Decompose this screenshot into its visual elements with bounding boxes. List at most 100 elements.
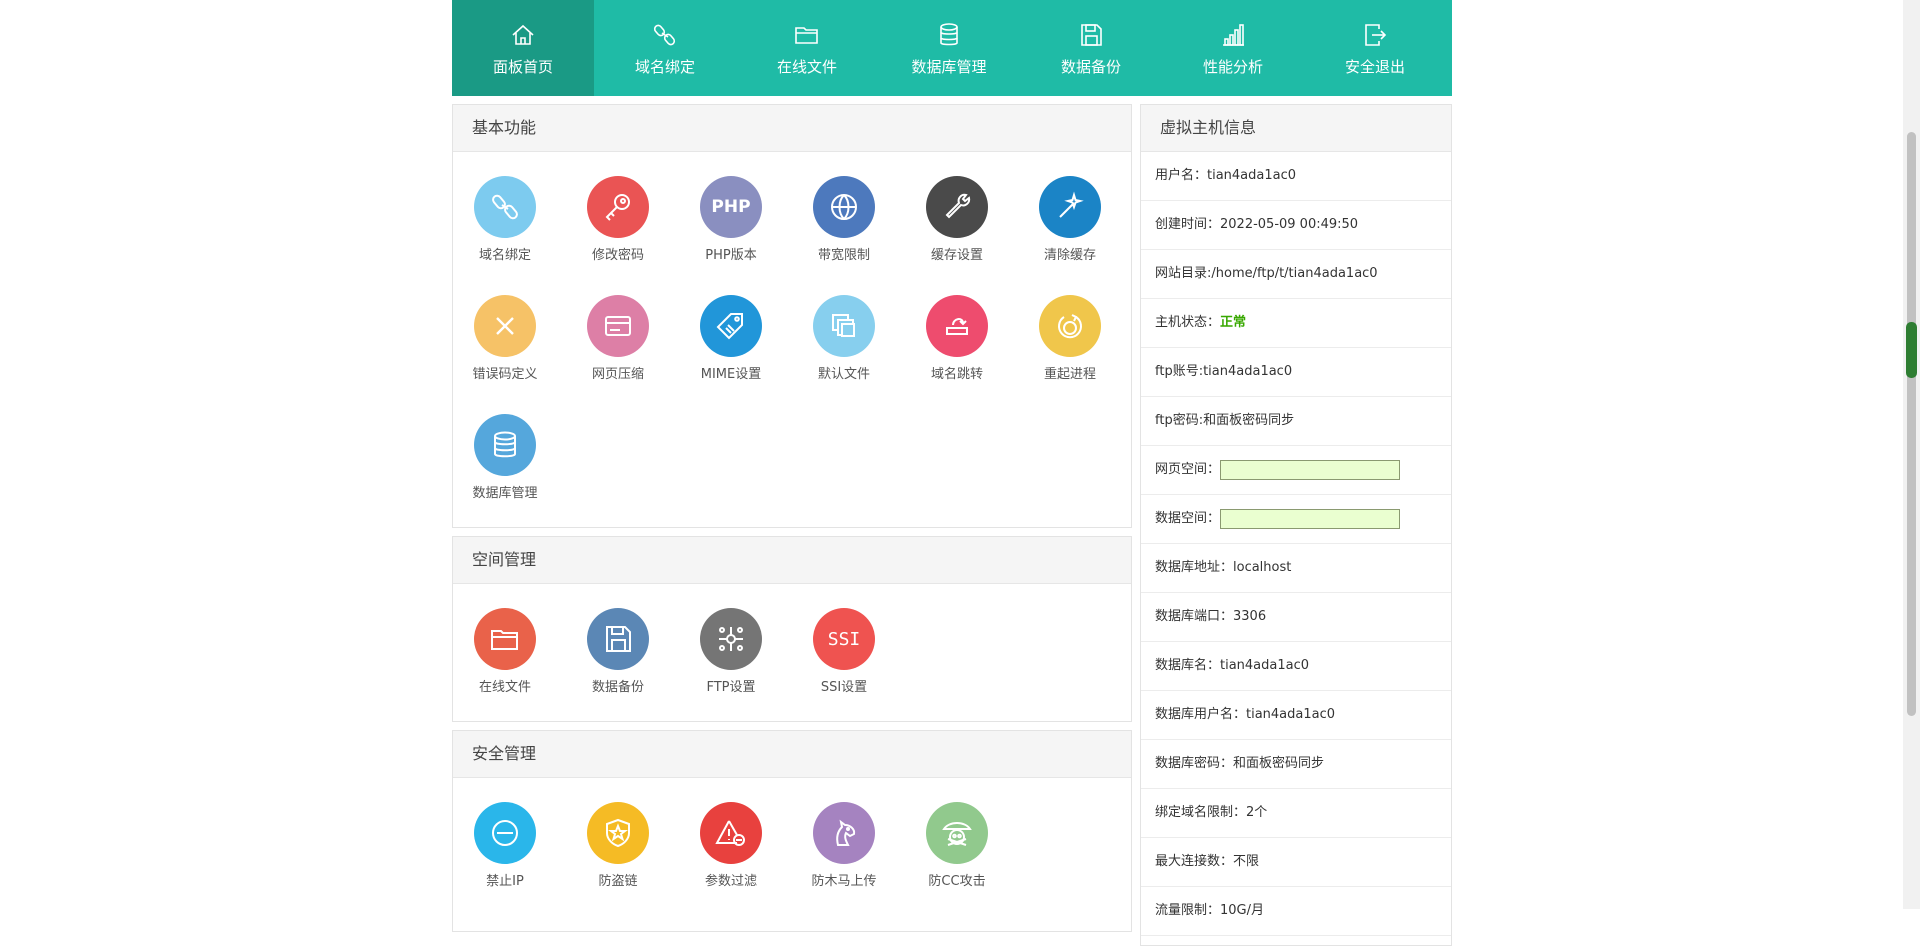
info-username: 用户名：tian4ada1ac0: [1141, 152, 1451, 201]
php-icon-text: PHP: [711, 197, 751, 217]
tile-mime[interactable]: MIME设置: [676, 295, 786, 382]
database-icon: [474, 414, 536, 476]
info-db-space: 数据空间：: [1141, 495, 1451, 544]
ssi-icon-text: SSI: [827, 628, 861, 650]
nav-label: 面板首页: [492, 58, 553, 76]
panel-title: 虚拟主机信息: [1141, 105, 1451, 152]
tile-label: MIME设置: [700, 367, 762, 382]
security-management-panel: 安全管理 禁止IP 防盗链 参数过滤 防木马上传 防CC攻击: [452, 730, 1132, 932]
tile-label: SSI设置: [820, 680, 868, 695]
panel-title: 安全管理: [453, 731, 1131, 778]
tile-anti-leech[interactable]: 防盗链: [563, 802, 673, 889]
tile-label: PHP版本: [705, 248, 757, 263]
tile-domain-redirect[interactable]: 域名跳转: [902, 295, 1012, 382]
tile-bandwidth-limit[interactable]: 带宽限制: [789, 176, 899, 263]
nav-label: 安全退出: [1344, 58, 1405, 76]
nav-logout[interactable]: 安全退出: [1304, 0, 1446, 96]
tile-cache-settings[interactable]: 缓存设置: [902, 176, 1012, 263]
page-scrollbar[interactable]: [1903, 0, 1920, 909]
close-icon: [474, 295, 536, 357]
tile-label: 修改密码: [591, 248, 644, 263]
nav-label: 在线文件: [776, 58, 837, 76]
tile-online-files[interactable]: 在线文件: [450, 608, 560, 695]
tile-label: 参数过滤: [704, 874, 757, 889]
tile-change-password[interactable]: 修改密码: [563, 176, 673, 263]
tile-label: 网页压缩: [591, 367, 644, 382]
info-domain-limit: 绑定域名限制：2个: [1141, 789, 1451, 838]
card-icon: [587, 295, 649, 357]
tile-label: 禁止IP: [486, 874, 524, 889]
scrollbar-thumb[interactable]: [1907, 132, 1916, 716]
nav-home[interactable]: 面板首页: [452, 0, 594, 96]
info-site-dir: 网站目录:/home/ftp/t/tian4ada1ac0: [1141, 250, 1451, 299]
nav-performance[interactable]: 性能分析: [1162, 0, 1304, 96]
tile-label: 域名绑定: [478, 248, 531, 263]
tile-data-backup[interactable]: 数据备份: [563, 608, 673, 695]
tile-restart-process[interactable]: 重起进程: [1015, 295, 1125, 382]
status-label: 主机状态：: [1155, 315, 1221, 330]
key-icon: [587, 176, 649, 238]
info-status: 主机状态： 正常: [1141, 299, 1451, 348]
restart-icon: [1039, 295, 1101, 357]
tile-anti-cc[interactable]: 防CC攻击: [902, 802, 1012, 889]
scrollbar-grip[interactable]: [1906, 322, 1917, 378]
nav-label: 数据备份: [1060, 58, 1121, 76]
warning-icon: [700, 802, 762, 864]
pirate-icon: [926, 802, 988, 864]
info-ftp-pass: ftp密码:和面板密码同步: [1141, 397, 1451, 446]
top-nav: 面板首页 域名绑定 在线文件 数据库管理 数据备份 性能分析 安全退出: [452, 0, 1452, 96]
info-traffic: 流量限制：10G/月: [1141, 887, 1451, 936]
panel-title: 基本功能: [453, 105, 1131, 152]
tile-label: 默认文件: [817, 367, 870, 382]
database-icon: [934, 20, 964, 50]
tile-label: 域名跳转: [930, 367, 983, 382]
web-space-bar: [1220, 460, 1401, 480]
tile-label: 缓存设置: [930, 248, 983, 263]
copy-icon: [813, 295, 875, 357]
tile-label: 在线文件: [478, 680, 531, 695]
tile-label: 带宽限制: [817, 248, 870, 263]
nav-domain-bind[interactable]: 域名绑定: [594, 0, 736, 96]
tile-label: 防CC攻击: [928, 874, 986, 889]
save-icon: [1076, 20, 1106, 50]
tile-param-filter[interactable]: 参数过滤: [676, 802, 786, 889]
tag-icon: [700, 295, 762, 357]
tile-ftp-settings[interactable]: FTP设置: [676, 608, 786, 695]
tile-php-version[interactable]: PHP PHP版本: [676, 176, 786, 263]
save-icon: [587, 608, 649, 670]
db-space-bar: [1220, 509, 1401, 529]
nav-online-files[interactable]: 在线文件: [736, 0, 878, 96]
tile-default-file[interactable]: 默认文件: [789, 295, 899, 382]
tile-clear-cache[interactable]: 清除缓存: [1015, 176, 1125, 263]
tile-db-manage[interactable]: 数据库管理: [450, 414, 560, 501]
info-db-name: 数据库名：tian4ada1ac0: [1141, 642, 1451, 691]
globe-icon: [813, 176, 875, 238]
tile-label: 数据库管理: [472, 486, 538, 501]
tile-gzip[interactable]: 网页压缩: [563, 295, 673, 382]
host-info-panel: 虚拟主机信息 用户名：tian4ada1ac0 创建时间：2022-05-09 …: [1140, 104, 1452, 946]
web-space-label: 网页空间：: [1155, 462, 1221, 477]
tile-label: 防木马上传: [811, 874, 877, 889]
php-icon: PHP: [700, 176, 762, 238]
tile-error-code[interactable]: 错误码定义: [450, 295, 560, 382]
tile-label: 数据备份: [591, 680, 644, 695]
horse-icon: [813, 802, 875, 864]
link-icon: [650, 20, 680, 50]
info-web-space: 网页空间：: [1141, 446, 1451, 495]
space-management-panel: 空间管理 在线文件 数据备份 FTP设置 SSI SSI设置: [452, 536, 1132, 722]
info-max-conn: 最大连接数：不限: [1141, 838, 1451, 887]
tile-ssi-settings[interactable]: SSI SSI设置: [789, 608, 899, 695]
tile-label: 防盗链: [598, 874, 638, 889]
info-ftp-user: ftp账号:tian4ada1ac0: [1141, 348, 1451, 397]
tile-ban-ip[interactable]: 禁止IP: [450, 802, 560, 889]
nav-label: 数据库管理: [911, 58, 987, 76]
info-db-host: 数据库地址：localhost: [1141, 544, 1451, 593]
tile-domain-bind[interactable]: 域名绑定: [450, 176, 560, 263]
panel-title: 空间管理: [453, 537, 1131, 584]
tile-label: FTP设置: [706, 680, 756, 695]
nav-label: 性能分析: [1202, 58, 1263, 76]
nav-backup[interactable]: 数据备份: [1020, 0, 1162, 96]
tile-anti-trojan[interactable]: 防木马上传: [789, 802, 899, 889]
basic-functions-panel: 基本功能 域名绑定 修改密码 PHP PHP版本 带宽限制 缓存设置 清除缓存 …: [452, 104, 1132, 528]
nav-db-manage[interactable]: 数据库管理: [878, 0, 1020, 96]
